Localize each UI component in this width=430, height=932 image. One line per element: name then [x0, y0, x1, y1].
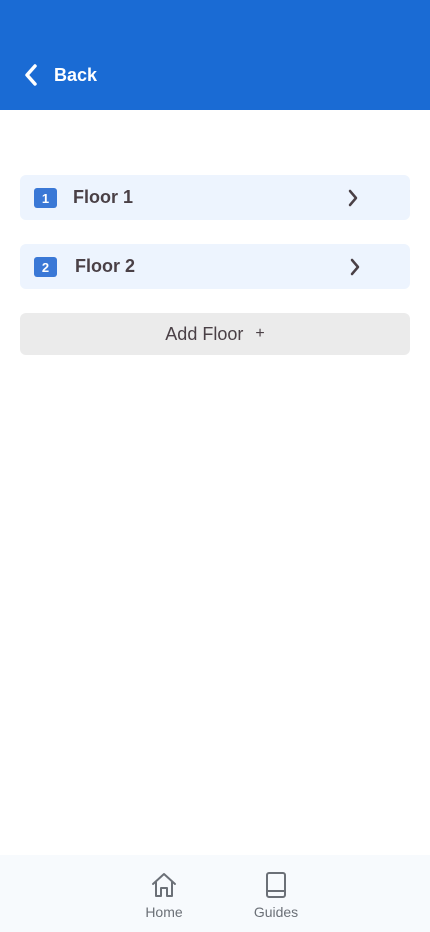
home-icon	[152, 873, 176, 897]
chevron-right-icon	[348, 189, 358, 207]
floor-number-badge: 1	[34, 188, 57, 208]
chevron-right-icon	[350, 258, 360, 276]
floor-number-badge: 2	[34, 257, 57, 277]
nav-item-guides[interactable]: Guides	[249, 870, 303, 920]
add-floor-label: Add Floor	[165, 323, 244, 344]
nav-label-home: Home	[145, 904, 183, 920]
app-screen: Back 1 Floor 1 2 Floor 2 Add Floor + Hom…	[0, 0, 430, 932]
chevron-left-icon	[25, 64, 37, 86]
floor-row[interactable]: 2 Floor 2	[20, 244, 410, 289]
nav-label-guides: Guides	[253, 904, 299, 920]
back-label: Back	[54, 64, 98, 85]
app-header: Back	[0, 0, 430, 110]
add-floor-button[interactable]: Add Floor +	[20, 313, 410, 355]
back-button[interactable]: Back	[24, 60, 97, 90]
floor-row[interactable]: 1 Floor 1	[20, 175, 410, 220]
bottom-nav: Home Guides	[0, 855, 430, 932]
book-icon	[266, 872, 286, 898]
floor-label: Floor 1	[73, 187, 134, 207]
nav-item-home[interactable]: Home	[139, 870, 189, 920]
plus-icon: +	[255, 325, 265, 342]
floor-label: Floor 2	[75, 256, 136, 276]
